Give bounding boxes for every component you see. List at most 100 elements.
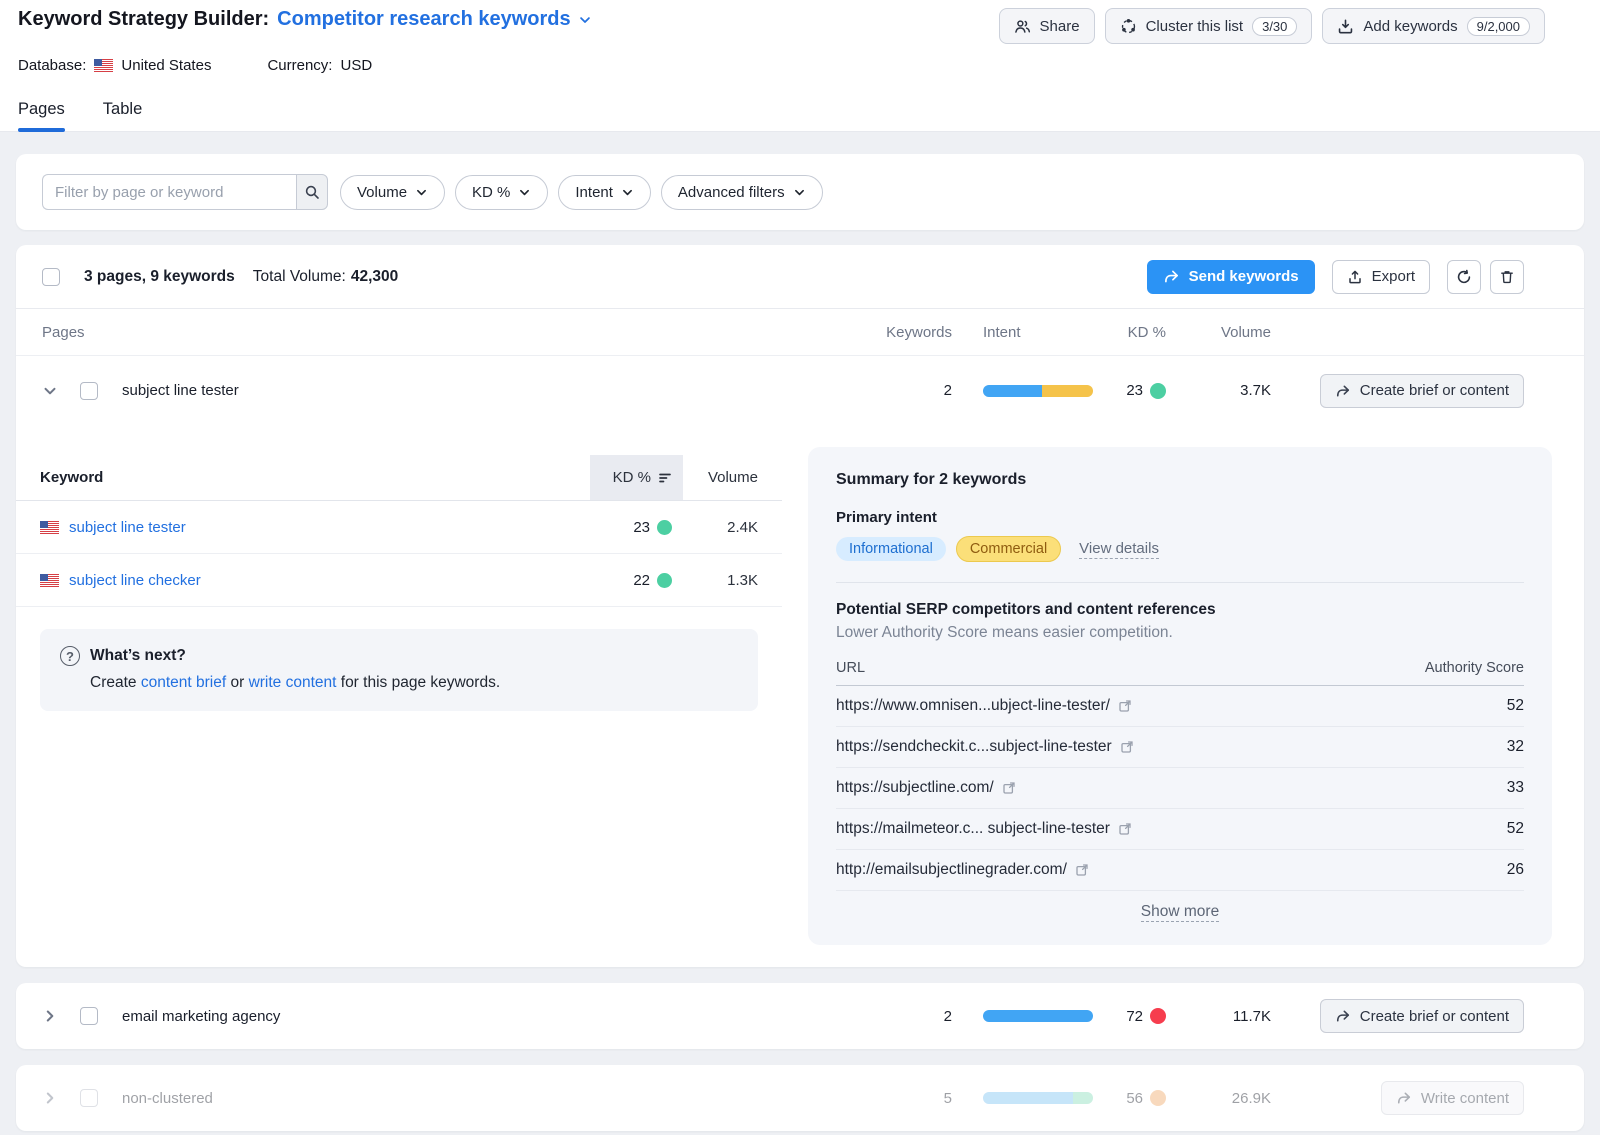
kd-sort-header[interactable]: KD % (590, 455, 683, 500)
page-row-email-marketing-agency: email marketing agency 2 72 11.7K Create… (16, 983, 1584, 1049)
content-brief-link[interactable]: content brief (141, 674, 226, 691)
volume-value: 3.7K (1171, 382, 1271, 399)
intent-bar (983, 1092, 1093, 1104)
external-link-icon[interactable] (1075, 863, 1089, 877)
create-brief-or-content-button[interactable]: Create brief or content (1320, 374, 1524, 408)
authority-score: 52 (1507, 697, 1524, 715)
import-icon (1337, 18, 1354, 35)
share-button[interactable]: Share (999, 8, 1095, 44)
kd-value: 23 (1126, 382, 1143, 399)
row-checkbox[interactable] (80, 1089, 98, 1107)
cluster-usage-badge: 3/30 (1252, 17, 1297, 36)
total-volume: Total Volume:42,300 (253, 268, 398, 286)
authority-score: 32 (1507, 738, 1524, 756)
volume-value: 11.7K (1171, 1008, 1271, 1025)
top-header: Keyword Strategy Builder: Competitor res… (0, 0, 1600, 132)
search-button[interactable] (296, 174, 328, 210)
refresh-button[interactable] (1447, 260, 1481, 294)
column-pages: Pages (42, 324, 876, 341)
forward-arrow-icon (1396, 1091, 1412, 1105)
page-name: email marketing agency (122, 1008, 280, 1025)
export-button[interactable]: Export (1332, 260, 1430, 294)
database-label: Database: (18, 57, 86, 74)
kd-value: 56 (1126, 1090, 1143, 1107)
export-icon (1347, 269, 1363, 285)
view-details-link[interactable]: View details (1079, 540, 1159, 559)
collapse-row-chevron-down-icon[interactable] (42, 383, 58, 399)
authority-score-column-header: Authority Score (1425, 660, 1524, 676)
competitor-row: https://subjectline.com/ 33 (836, 768, 1524, 809)
keywords-count: 5 (876, 1090, 952, 1107)
competitor-url: https://www.omnisen...ubject-line-tester… (836, 697, 1110, 715)
share-users-icon (1014, 18, 1031, 35)
search-input[interactable] (42, 174, 296, 210)
currency-label: Currency: (267, 57, 332, 74)
authority-score: 26 (1507, 861, 1524, 879)
app-screen: Keyword Strategy Builder: Competitor res… (0, 0, 1600, 1135)
list-name-dropdown[interactable]: Competitor research keywords (277, 8, 591, 31)
list-name: Competitor research keywords (277, 8, 570, 31)
kd-dot (657, 520, 672, 535)
table-toolbar: 3 pages, 9 keywords Total Volume:42,300 … (16, 245, 1584, 309)
expanded-page-detail: Keyword KD % Volume subject line tester (16, 425, 1584, 967)
whats-next-title: What’s next? (90, 647, 186, 665)
cluster-list-button[interactable]: Cluster this list 3/30 (1105, 8, 1313, 44)
kd-value: 23 (633, 519, 650, 536)
volume-filter-dropdown[interactable]: Volume (340, 175, 445, 210)
external-link-icon[interactable] (1002, 781, 1016, 795)
keyword-link[interactable]: subject line tester (69, 519, 186, 536)
send-keywords-button[interactable]: Send keywords (1147, 260, 1315, 294)
external-link-icon[interactable] (1118, 699, 1132, 713)
question-circle-icon: ? (60, 646, 80, 666)
volume-value: 2.4K (683, 519, 782, 536)
kd-dot (657, 573, 672, 588)
page-name: non-clustered (122, 1090, 213, 1107)
currency-value: USD (340, 57, 372, 74)
tab-pages[interactable]: Pages (18, 100, 65, 131)
select-all-checkbox[interactable] (42, 268, 60, 286)
forward-arrow-icon (1335, 384, 1351, 398)
divider (836, 582, 1524, 583)
chevron-down-icon (621, 186, 634, 199)
volume-column-header: Volume (683, 455, 782, 500)
intent-bar (983, 1010, 1093, 1022)
keyword-column-header: Keyword (16, 455, 590, 500)
keywords-count: 2 (876, 382, 952, 399)
us-flag-icon (40, 521, 59, 534)
intent-bar (983, 385, 1093, 397)
kd-filter-dropdown[interactable]: KD % (455, 175, 548, 210)
write-content-button[interactable]: Write content (1381, 1081, 1524, 1115)
chevron-down-icon (518, 186, 531, 199)
keywords-count: 2 (876, 1008, 952, 1025)
expand-row-chevron-right-icon[interactable] (42, 1090, 58, 1106)
write-content-link[interactable]: write content (249, 674, 337, 691)
page-row-non-clustered: non-clustered 5 56 26.9K Write content (16, 1065, 1584, 1131)
selection-summary: 3 pages, 9 keywords (84, 268, 235, 286)
show-more-link[interactable]: Show more (1141, 903, 1219, 922)
page-card-non-clustered: non-clustered 5 56 26.9K Write content (16, 1065, 1584, 1131)
competitor-row: https://sendcheckit.c...subject-line-tes… (836, 727, 1524, 768)
tab-table[interactable]: Table (103, 100, 142, 131)
intent-filter-dropdown[interactable]: Intent (558, 175, 651, 210)
expand-row-chevron-right-icon[interactable] (42, 1008, 58, 1024)
create-brief-or-content-button[interactable]: Create brief or content (1320, 999, 1524, 1033)
external-link-icon[interactable] (1118, 822, 1132, 836)
external-link-icon[interactable] (1120, 740, 1134, 754)
keyword-row: subject line tester 23 2.4K (16, 501, 782, 554)
intent-badge-informational: Informational (836, 537, 946, 561)
summary-title: Summary for 2 keywords (836, 471, 1524, 489)
advanced-filters-dropdown[interactable]: Advanced filters (661, 175, 823, 210)
page-card-email-marketing-agency: email marketing agency 2 72 11.7K Create… (16, 983, 1584, 1049)
chevron-down-icon (415, 186, 428, 199)
competitor-row: https://mailmeteor.c... subject-line-tes… (836, 809, 1524, 850)
add-keywords-button[interactable]: Add keywords 9/2,000 (1322, 8, 1545, 44)
row-checkbox[interactable] (80, 1007, 98, 1025)
row-checkbox[interactable] (80, 382, 98, 400)
search-icon (304, 184, 320, 200)
keyword-link[interactable]: subject line checker (69, 572, 201, 589)
us-flag-icon (94, 59, 113, 72)
authority-score: 52 (1507, 820, 1524, 838)
forward-arrow-icon (1335, 1009, 1351, 1023)
us-flag-icon (40, 574, 59, 587)
delete-button[interactable] (1490, 260, 1524, 294)
